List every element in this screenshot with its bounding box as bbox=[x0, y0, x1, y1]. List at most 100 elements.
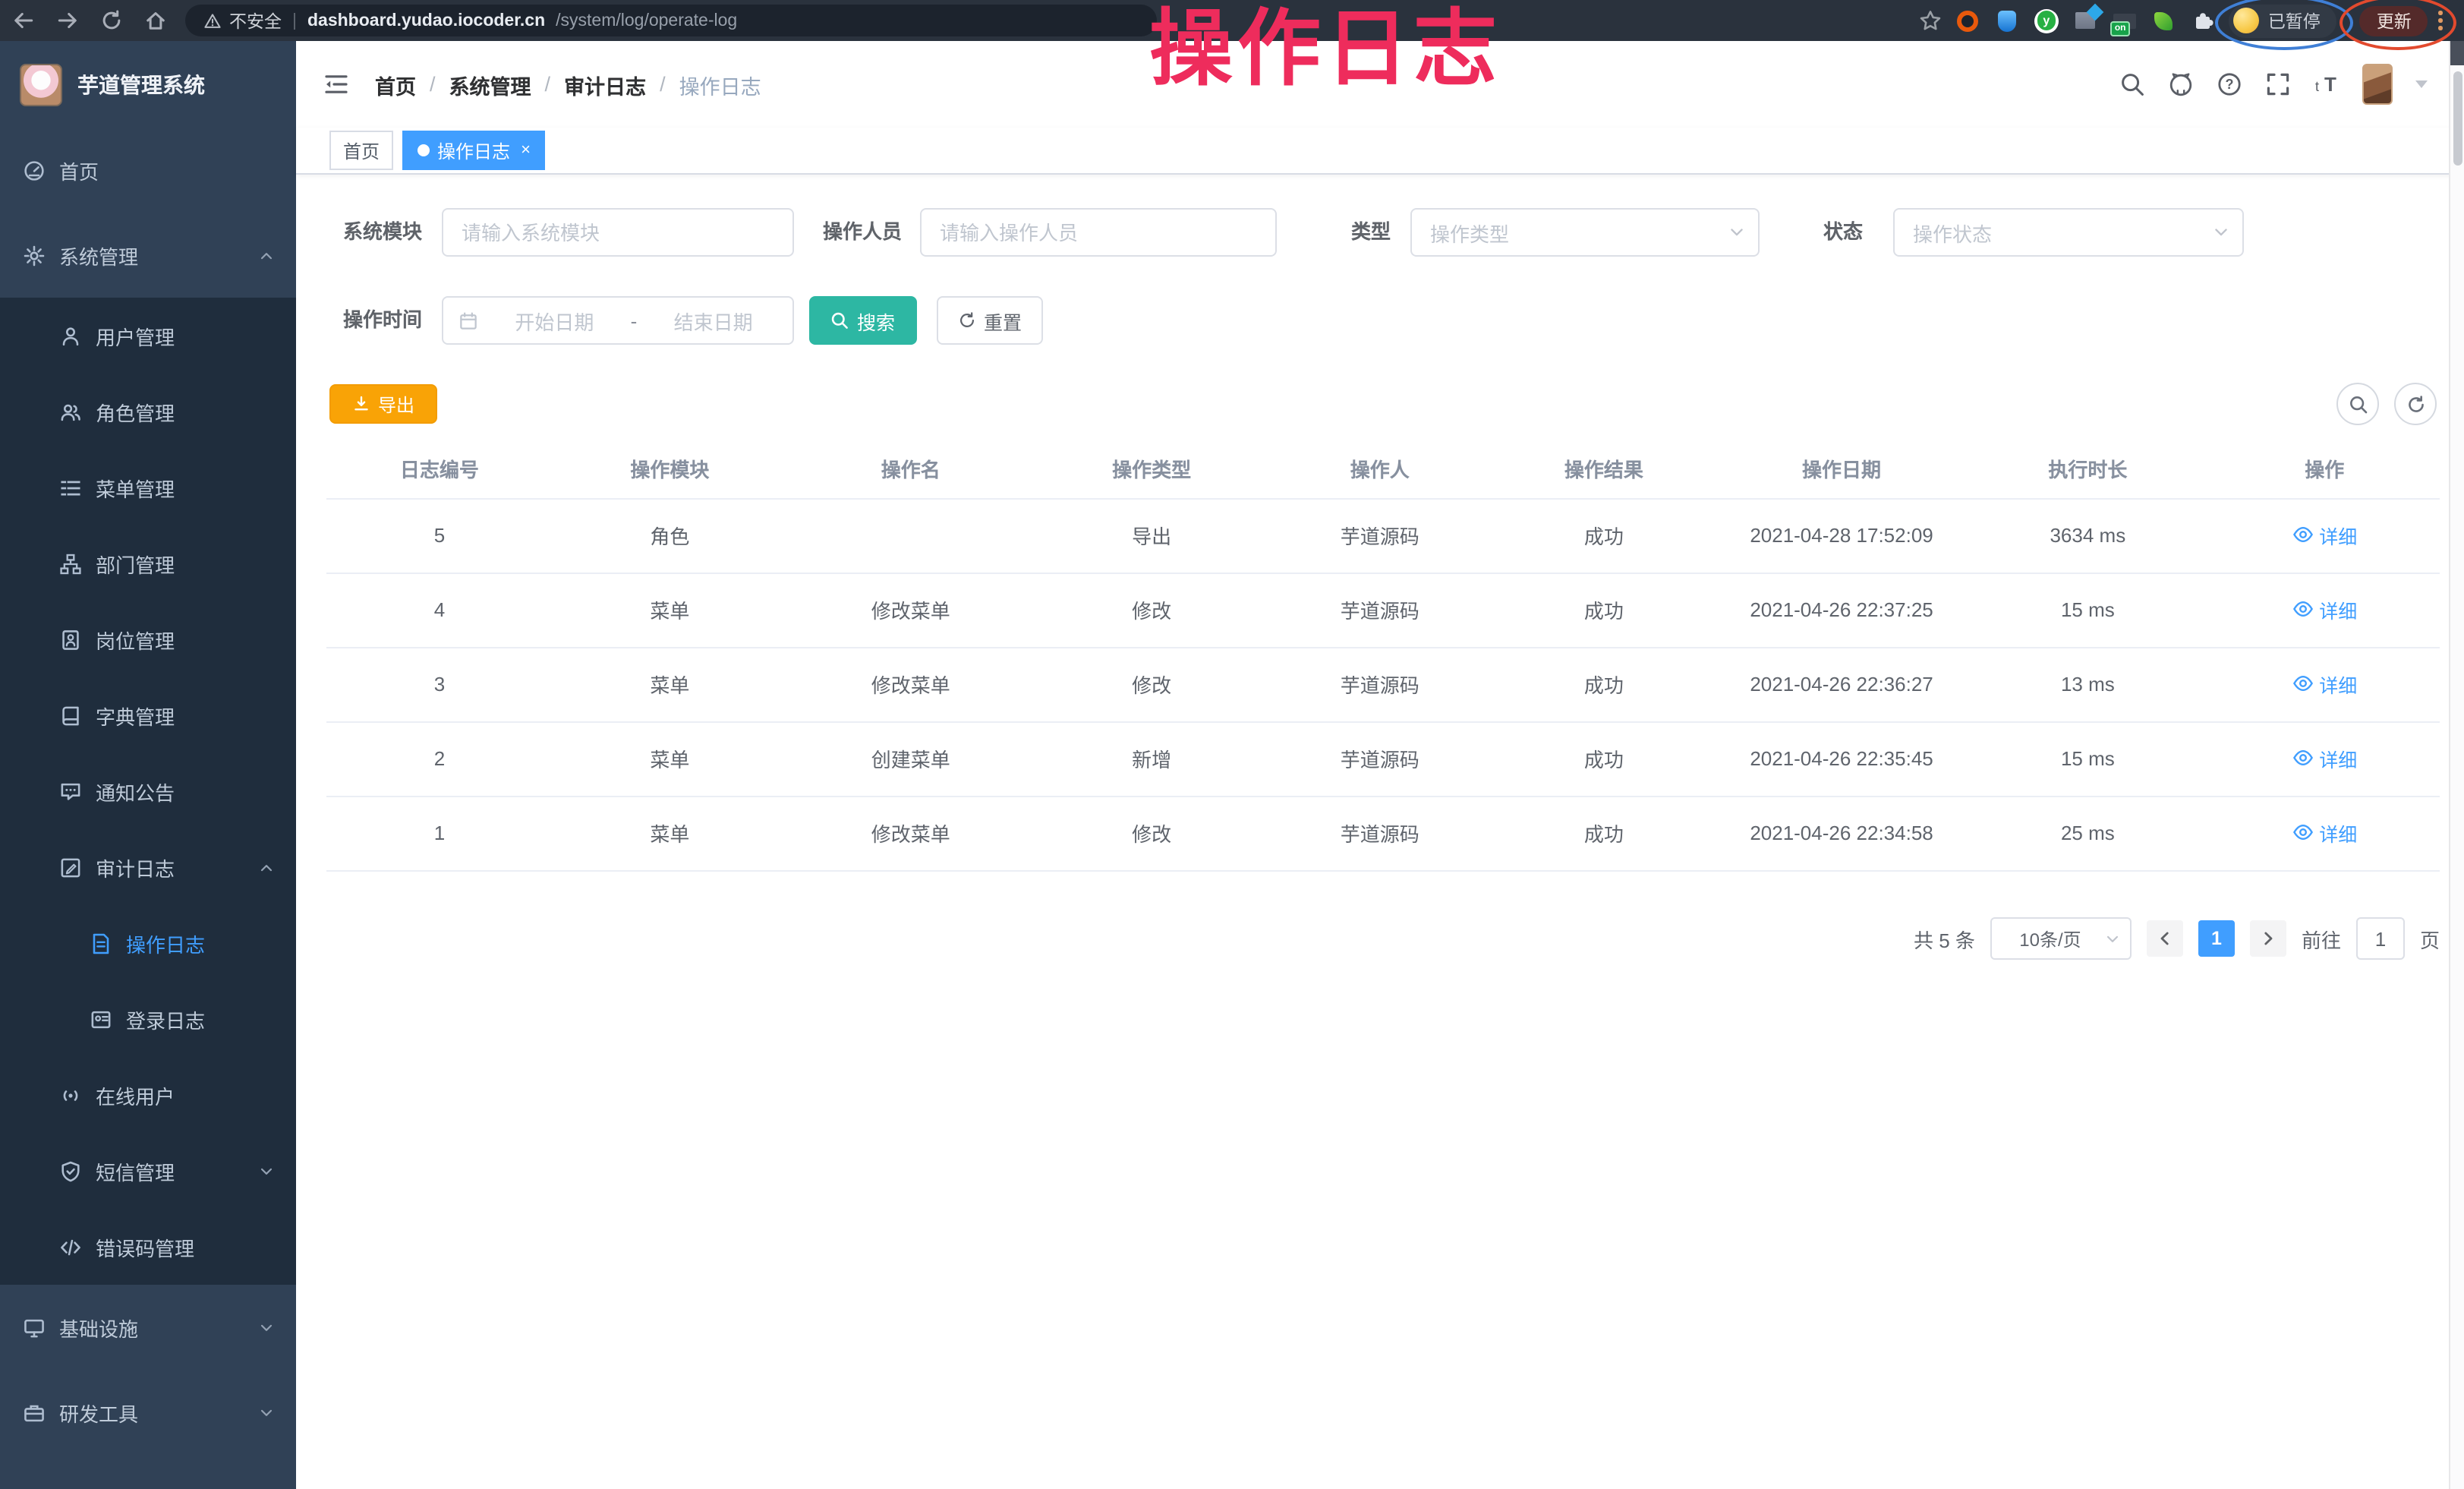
fullscreen-icon[interactable] bbox=[2265, 71, 2291, 97]
extension-icon-orange[interactable] bbox=[1955, 8, 1981, 33]
sidebar-item-label: 错误码管理 bbox=[96, 1232, 194, 1261]
tag-close-icon[interactable]: × bbox=[521, 141, 531, 159]
forward-icon[interactable] bbox=[56, 9, 79, 32]
sidebar-item-dept[interactable]: 部门管理 bbox=[0, 525, 296, 601]
sidebar-item-notice[interactable]: 通知公告 bbox=[0, 753, 296, 829]
operator-input[interactable] bbox=[920, 208, 1277, 257]
sidebar-item-dev-tools[interactable]: 研发工具 bbox=[0, 1370, 296, 1455]
tag-operate-log[interactable]: 操作日志 × bbox=[402, 131, 546, 170]
next-page-button[interactable] bbox=[2250, 920, 2286, 957]
type-select[interactable]: 操作类型 bbox=[1410, 208, 1760, 257]
security-indicator[interactable]: 不安全 bbox=[203, 8, 282, 33]
extension-icon-grid[interactable] bbox=[2072, 8, 2098, 33]
export-button[interactable]: 导出 bbox=[329, 384, 437, 424]
sidebar-item-sms[interactable]: 短信管理 bbox=[0, 1133, 296, 1209]
cell-result: 成功 bbox=[1491, 498, 1717, 573]
detail-link[interactable]: 详细 bbox=[2292, 595, 2357, 624]
home-icon[interactable] bbox=[144, 9, 167, 32]
bookmark-star-icon[interactable] bbox=[1919, 9, 1942, 32]
toggle-search-button[interactable] bbox=[2336, 383, 2379, 425]
browser-menu-icon[interactable] bbox=[2439, 11, 2443, 30]
caret-down-icon[interactable] bbox=[2415, 80, 2428, 88]
cell-id: 4 bbox=[326, 573, 553, 647]
scrollbar-thumb[interactable] bbox=[2453, 71, 2462, 166]
page-number-active[interactable]: 1 bbox=[2198, 920, 2235, 957]
sidebar-item-role[interactable]: 角色管理 bbox=[0, 374, 296, 450]
download-icon bbox=[352, 395, 370, 413]
sidebar-item-login-log[interactable]: 登录日志 bbox=[0, 981, 296, 1057]
app-logo[interactable]: 芋道管理系统 bbox=[0, 41, 296, 128]
breadcrumb-item[interactable]: 审计日志 bbox=[564, 69, 646, 99]
github-icon[interactable] bbox=[2168, 71, 2194, 97]
column-header: 操作日期 bbox=[1717, 440, 1967, 498]
date-range-picker[interactable]: 开始日期 - 结束日期 bbox=[442, 296, 794, 345]
svg-text:t: t bbox=[2315, 79, 2319, 94]
cell-operator: 芋道源码 bbox=[1269, 498, 1491, 573]
detail-link[interactable]: 详细 bbox=[2292, 744, 2357, 773]
extension-icon-leaf[interactable] bbox=[2151, 8, 2177, 33]
sidebar-item-label: 操作日志 bbox=[126, 929, 205, 957]
refresh-table-button[interactable] bbox=[2394, 383, 2437, 425]
extension-icon-on-badge[interactable]: on bbox=[2112, 8, 2138, 33]
sidebar-item-audit[interactable]: 审计日志 bbox=[0, 829, 296, 905]
breadcrumb-separator: / bbox=[545, 73, 551, 96]
svg-text:?: ? bbox=[2226, 77, 2234, 92]
column-header: 操作名 bbox=[787, 440, 1035, 498]
goto-label: 前往 bbox=[2302, 924, 2341, 953]
prev-page-button[interactable] bbox=[2147, 920, 2183, 957]
sidebar-item-dict[interactable]: 字典管理 bbox=[0, 677, 296, 753]
extension-icon-green-y[interactable]: y bbox=[2034, 8, 2059, 33]
breadcrumb-item[interactable]: 系统管理 bbox=[449, 69, 531, 99]
status-select[interactable]: 操作状态 bbox=[1893, 208, 2244, 257]
help-icon[interactable]: ? bbox=[2217, 71, 2242, 97]
user-avatar[interactable] bbox=[2362, 64, 2393, 105]
cell-name bbox=[787, 498, 1035, 573]
back-icon[interactable] bbox=[12, 9, 35, 32]
shield-check-icon bbox=[59, 1159, 82, 1182]
sidebar-item-online-users[interactable]: 在线用户 bbox=[0, 1057, 296, 1133]
sidebar-item-menu[interactable]: 菜单管理 bbox=[0, 450, 296, 525]
sidebar-item-error-code[interactable]: 错误码管理 bbox=[0, 1209, 296, 1285]
sidebar-item-user[interactable]: 用户管理 bbox=[0, 298, 296, 374]
reset-button[interactable]: 重置 bbox=[937, 296, 1043, 345]
tag-home[interactable]: 首页 bbox=[329, 131, 393, 170]
audit-edit-icon bbox=[59, 856, 82, 879]
sidebar-item-operate-log[interactable]: 操作日志 bbox=[0, 905, 296, 981]
chevron-up-icon bbox=[258, 859, 275, 875]
goto-page-input[interactable] bbox=[2356, 917, 2405, 960]
profile-paused-chip[interactable]: 已暂停 bbox=[2229, 4, 2337, 37]
sidebar-item-infra[interactable]: 基础设施 bbox=[0, 1285, 296, 1370]
detail-link[interactable]: 详细 bbox=[2292, 819, 2357, 847]
gear-icon bbox=[23, 244, 46, 267]
detail-link[interactable]: 详细 bbox=[2292, 521, 2357, 550]
status-label: 状态 bbox=[1738, 208, 1863, 257]
font-size-icon[interactable]: tT bbox=[2314, 71, 2340, 97]
extension-icon-blue[interactable] bbox=[1995, 8, 2021, 33]
search-button[interactable]: 搜索 bbox=[809, 296, 917, 345]
update-button[interactable]: 更新 bbox=[2360, 5, 2428, 36]
page-scrollbar[interactable] bbox=[2449, 41, 2464, 1489]
sidebar-item-home[interactable]: 首页 bbox=[0, 128, 296, 213]
search-icon[interactable] bbox=[2119, 71, 2145, 97]
module-input[interactable] bbox=[442, 208, 794, 257]
cell-operator: 芋道源码 bbox=[1269, 721, 1491, 796]
page-size-select[interactable]: 10条/页 bbox=[1990, 917, 2132, 960]
detail-link[interactable]: 详细 bbox=[2292, 670, 2357, 699]
cell-action: 详细 bbox=[2209, 796, 2440, 870]
operator-input-field[interactable] bbox=[922, 210, 1275, 255]
sidebar-item-system[interactable]: 系统管理 bbox=[0, 213, 296, 298]
broadcast-icon bbox=[59, 1084, 82, 1106]
sidebar-item-label: 用户管理 bbox=[96, 321, 175, 350]
sidebar-fold-icon[interactable] bbox=[323, 71, 349, 97]
sidebar-item-label: 角色管理 bbox=[96, 397, 175, 426]
table-row: 5角色导出芋道源码成功2021-04-28 17:52:093634 ms详细 bbox=[326, 498, 2440, 573]
address-bar[interactable]: 不安全 | dashboard.yudao.iocoder.cn/system/… bbox=[185, 5, 1157, 36]
warning-icon bbox=[203, 11, 222, 30]
module-input-field[interactable] bbox=[443, 210, 792, 255]
url-path: /system/log/operate-log bbox=[556, 11, 737, 30]
extensions-puzzle-icon[interactable] bbox=[2191, 8, 2215, 33]
cell-type: 新增 bbox=[1035, 721, 1269, 796]
sidebar-item-post[interactable]: 岗位管理 bbox=[0, 601, 296, 677]
reload-icon[interactable] bbox=[100, 9, 123, 32]
breadcrumb-item[interactable]: 首页 bbox=[375, 69, 416, 99]
